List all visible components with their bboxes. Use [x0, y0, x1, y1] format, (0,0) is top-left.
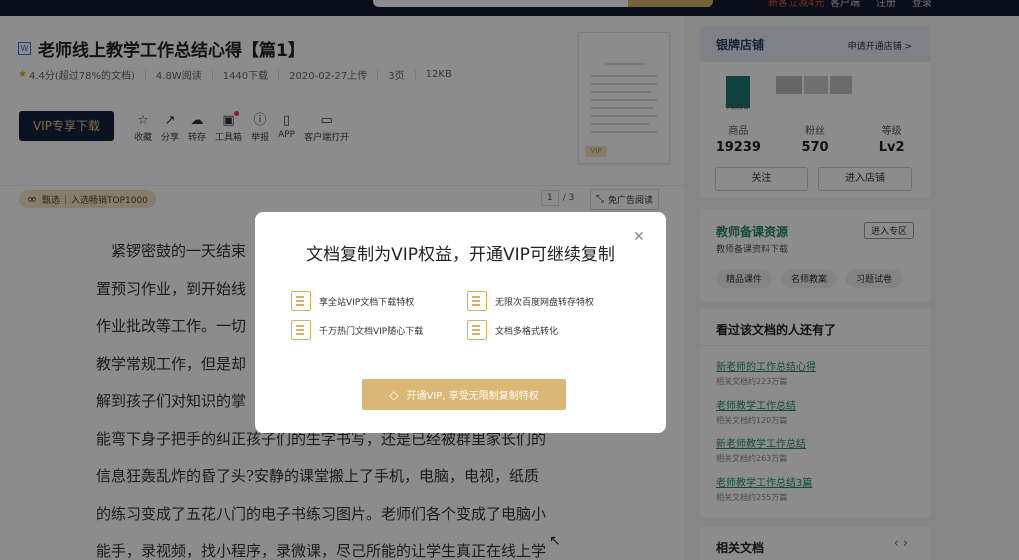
document-hot-icon — [291, 320, 311, 340]
vip-copy-modal: 文档复制为VIP权益，开通VIP可继续复制 ✕ 享全站VIP文档下载特权 无限次… — [255, 212, 666, 433]
feature-label: 文档多格式转化 — [495, 326, 559, 337]
feature-label: 无限次百度网盘转存特权 — [495, 297, 595, 308]
vip-feature: 文档多格式转化 — [467, 320, 558, 340]
mouse-cursor-icon: ↖ — [549, 533, 561, 549]
cloud-transfer-icon — [467, 291, 487, 311]
format-convert-icon — [467, 320, 487, 340]
open-vip-label: 开通VIP, 享受无限制复制特权 — [406, 391, 539, 402]
close-icon[interactable]: ✕ — [633, 229, 645, 245]
document-download-icon — [291, 291, 311, 311]
feature-label: 千万热门文档VIP随心下载 — [319, 326, 424, 337]
vip-feature: 千万热门文档VIP随心下载 — [291, 320, 423, 340]
diamond-icon: ◇ — [389, 387, 399, 402]
feature-label: 享全站VIP文档下载特权 — [319, 297, 415, 308]
open-vip-button[interactable]: ◇ 开通VIP, 享受无限制复制特权 — [362, 379, 566, 410]
modal-title: 文档复制为VIP权益，开通VIP可继续复制 — [306, 245, 615, 265]
vip-feature: 无限次百度网盘转存特权 — [467, 291, 594, 311]
vip-feature: 享全站VIP文档下载特权 — [291, 291, 414, 311]
